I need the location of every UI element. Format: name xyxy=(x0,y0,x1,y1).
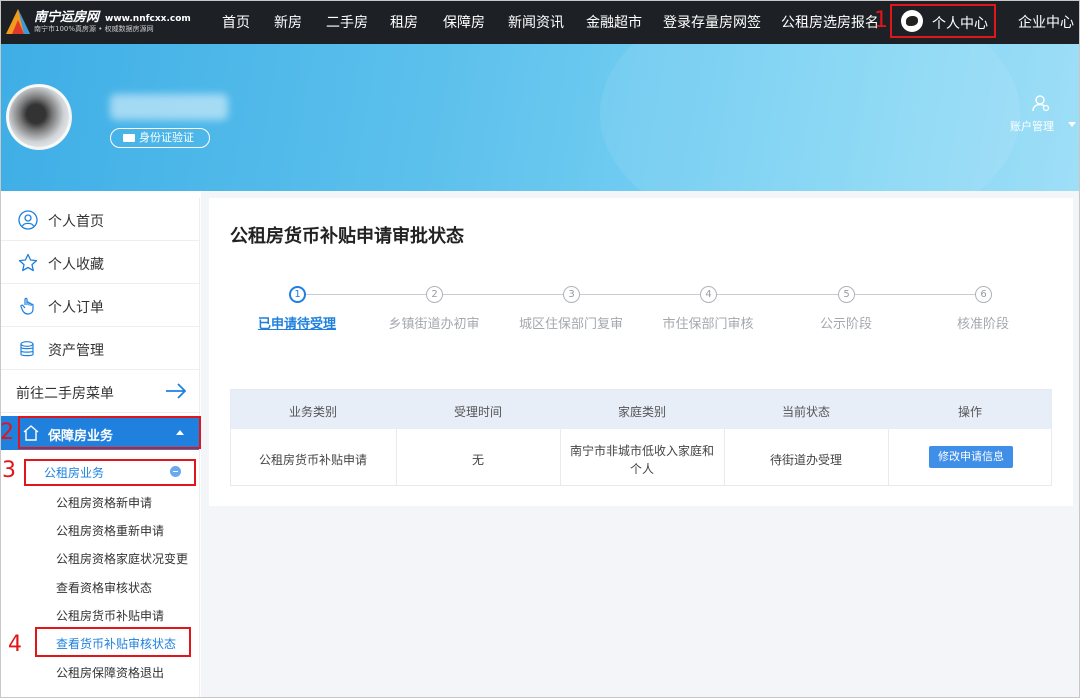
nav-rent[interactable]: 租房 xyxy=(390,12,418,32)
step-number-4: 4 xyxy=(700,286,717,303)
cell-time: 无 xyxy=(471,453,485,467)
user-circle-icon xyxy=(18,210,38,230)
step-label-5: 公示阶段 xyxy=(819,317,873,332)
sidebar-item-label: 前往二手房菜单 xyxy=(16,386,114,402)
step-label-3: 城区住保部门复审 xyxy=(518,317,624,332)
site-logo[interactable]: 南宁运房网 www.nnfcxx.com 南宁市100%真房源 • 权威数据房源网 xyxy=(4,4,191,38)
cell-family-type-line2: 个人 xyxy=(629,462,655,476)
column-divider xyxy=(724,429,725,485)
nav-second-hand[interactable]: 二手房 xyxy=(326,12,368,32)
step-number-5: 5 xyxy=(838,286,855,303)
column-header: 家庭类别 xyxy=(617,405,667,419)
user-name-blurred xyxy=(110,94,228,120)
annotation-number-3: 3 xyxy=(2,458,16,483)
star-icon xyxy=(18,253,38,272)
house-logo-icon xyxy=(6,9,30,34)
logo-title: 南宁运房网 www.nnfcxx.com xyxy=(34,10,191,25)
nav-finance[interactable]: 金融超市 xyxy=(586,12,642,32)
step-number-1: 1 xyxy=(289,286,306,303)
cell-category: 公租房货币补贴申请 xyxy=(258,453,368,467)
column-header: 业务类别 xyxy=(288,405,338,419)
sidebar-subitem-reapplication[interactable]: 公租房资格重新申请 xyxy=(56,522,164,539)
personal-center-label: 个人中心 xyxy=(932,16,988,32)
sidebar-subitem-family-change[interactable]: 公租房资格家庭状况变更 xyxy=(56,550,188,567)
personal-center-button[interactable]: 个人中心 xyxy=(890,4,996,38)
caret-down-icon xyxy=(1068,122,1076,127)
hand-touch-icon xyxy=(20,297,34,315)
annotation-box-2 xyxy=(18,416,201,449)
step-number-2: 2 xyxy=(426,286,443,303)
page-title: 公租房货币补贴申请审批状态 xyxy=(230,226,464,247)
annotation-number-4: 4 xyxy=(8,632,22,657)
column-header: 当前状态 xyxy=(781,405,831,419)
nav-home[interactable]: 首页 xyxy=(222,12,250,32)
sidebar-item-secondhand-menu[interactable]: 前往二手房菜单 xyxy=(0,370,199,413)
sidebar-item-label: 个人收藏 xyxy=(48,257,104,273)
sidebar-subitem-subsidy-application[interactable]: 公租房货币补贴申请 xyxy=(56,607,164,624)
logo-subtitle: 南宁市100%真房源 • 权威数据房源网 xyxy=(34,25,154,33)
nav-affordable-housing[interactable]: 保障房 xyxy=(443,12,485,32)
sidebar-item-label: 个人订单 xyxy=(48,300,104,316)
annotation-number-2: 2 xyxy=(0,420,14,445)
coins-icon xyxy=(20,341,34,357)
cell-family-type-line1: 南宁市非城市低收入家庭和 xyxy=(569,444,715,458)
column-header: 操作 xyxy=(957,405,983,419)
sidebar-item-label: 个人首页 xyxy=(48,214,104,230)
sidebar-subitem-new-application[interactable]: 公租房资格新申请 xyxy=(56,494,152,511)
status-table: 业务类别 受理时间 家庭类别 当前状态 操作 公租房货币补贴申请 无 南宁市非城… xyxy=(230,389,1052,486)
profile-banner: 身份证验证 账户管理 xyxy=(0,44,1080,191)
user-settings-icon xyxy=(1032,95,1050,112)
arrow-right-icon xyxy=(166,383,187,399)
sidebar-subitem-exit-qualification[interactable]: 公租房保障资格退出 xyxy=(56,664,164,681)
user-avatar[interactable] xyxy=(6,84,72,150)
account-management-label: 账户管理 xyxy=(1010,120,1054,133)
sidebar-item-favorites[interactable]: 个人收藏 xyxy=(0,241,199,284)
sidebar: 个人首页 个人收藏 个人订单 资产管理 前往二手房菜单 保障房业务 2 公租房业… xyxy=(0,198,201,698)
column-divider xyxy=(396,429,397,485)
account-management-menu[interactable]: 账户管理 xyxy=(1006,94,1076,134)
sidebar-subitem-qualification-status[interactable]: 查看资格审核状态 xyxy=(56,579,152,596)
nav-new-homes[interactable]: 新房 xyxy=(274,12,302,32)
column-divider xyxy=(888,429,889,485)
step-label-4: 市住保部门审核 xyxy=(662,317,754,332)
annotation-number-1: 1 xyxy=(874,8,888,33)
step-number-3: 3 xyxy=(563,286,580,303)
sidebar-item-orders[interactable]: 个人订单 xyxy=(0,284,199,327)
sidebar-item-home[interactable]: 个人首页 xyxy=(0,198,199,241)
id-verify-button[interactable]: 身份证验证 xyxy=(110,128,210,148)
edit-application-button[interactable]: 修改申请信息 xyxy=(929,446,1013,468)
step-label-1: 已申请待受理 xyxy=(257,317,337,332)
nav-news[interactable]: 新闻资讯 xyxy=(508,12,564,32)
step-label-6: 核准阶段 xyxy=(956,317,1010,332)
nav-signing[interactable]: 登录存量房网签 xyxy=(663,12,761,32)
id-verify-label: 身份证验证 xyxy=(139,131,194,144)
step-label-2: 乡镇街道办初审 xyxy=(388,317,480,332)
annotation-box-4 xyxy=(35,627,191,657)
user-avatar-small xyxy=(901,10,923,32)
sidebar-item-assets[interactable]: 资产管理 xyxy=(0,327,199,370)
step-number-6: 6 xyxy=(975,286,992,303)
column-header: 受理时间 xyxy=(453,405,503,419)
nav-enterprise-center[interactable]: 企业中心 xyxy=(1018,12,1074,32)
sidebar-item-label: 资产管理 xyxy=(48,343,104,359)
table-header: 业务类别 受理时间 家庭类别 当前状态 操作 xyxy=(231,390,1051,429)
top-navigation-bar: 南宁运房网 www.nnfcxx.com 南宁市100%真房源 • 权威数据房源网… xyxy=(0,0,1080,44)
id-card-icon xyxy=(123,134,135,142)
column-divider xyxy=(560,429,561,485)
progress-line xyxy=(306,294,980,295)
cell-status: 待街道办受理 xyxy=(769,453,843,467)
annotation-box-3 xyxy=(24,459,196,486)
nav-public-rental-signup[interactable]: 公租房选房报名 xyxy=(781,12,879,32)
